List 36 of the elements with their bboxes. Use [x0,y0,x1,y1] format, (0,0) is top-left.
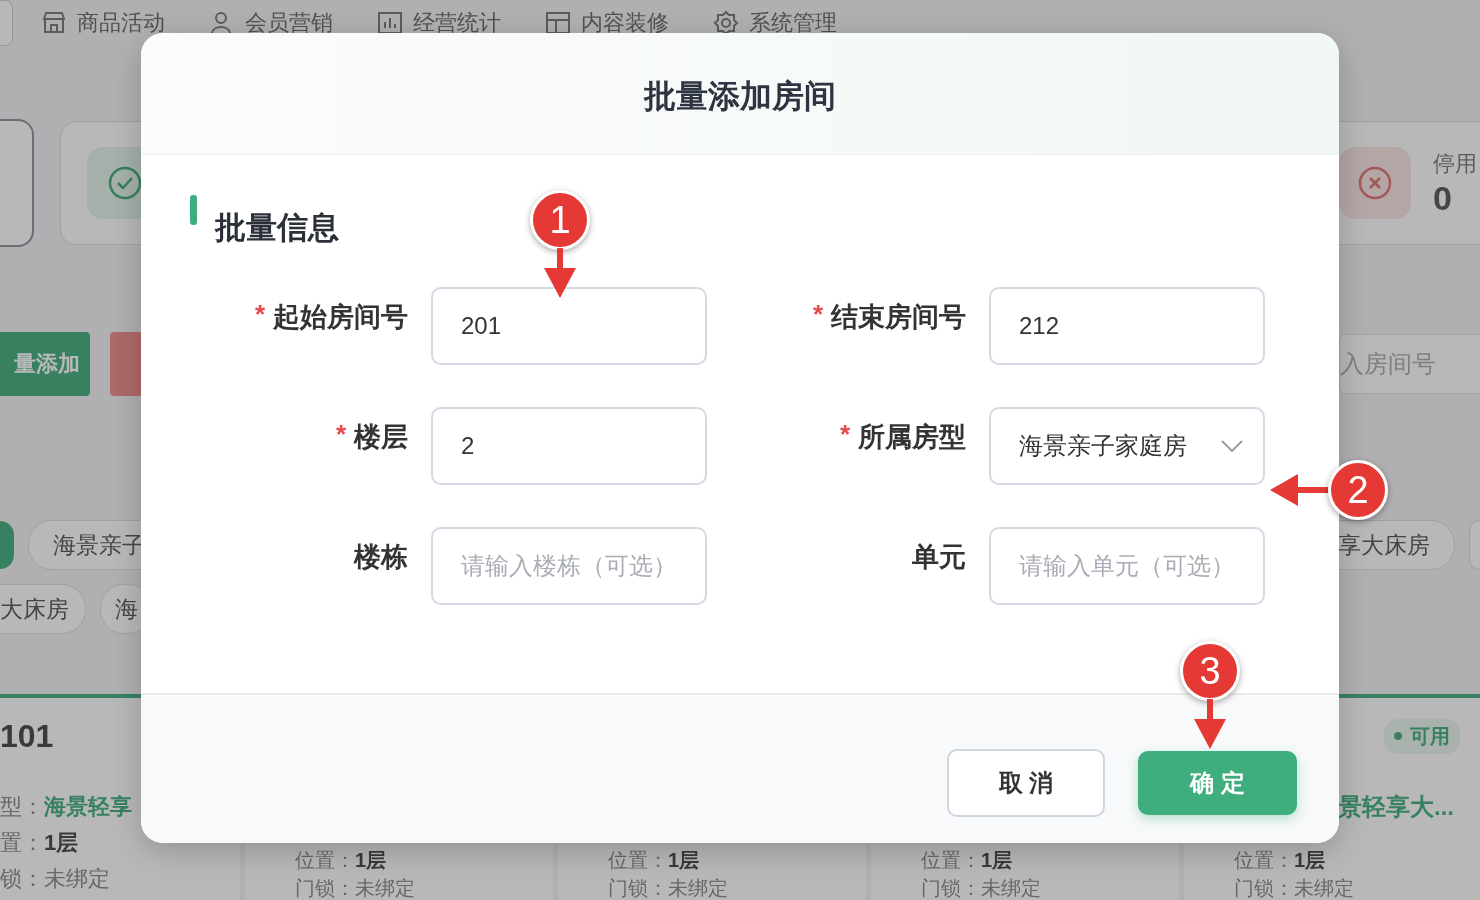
field-label: 单元 [912,541,966,574]
field-label: 门锁： [921,877,981,899]
required-mark: * [812,299,823,330]
field-label: 门锁： [295,877,355,899]
field-value: 1层 [1294,849,1326,871]
field-label: 型： [0,794,44,819]
field-label: 位置： [1234,849,1294,871]
step-number-badge: 2 [1328,460,1388,520]
field-value: 1层 [668,849,700,871]
field-label: 位置： [921,849,981,871]
field-label: 所属房型 [858,421,966,454]
field-value: 未绑定 [1294,877,1354,899]
required-mark: * [254,299,265,330]
field-label: 结束房间号 [831,301,966,334]
field-value: 1层 [44,830,79,855]
field-label: 起始房间号 [273,301,408,334]
section-title: 批量信息 [215,209,339,247]
field-label: 楼层 [354,421,408,454]
stat-value: 0 [1433,178,1453,218]
field-label: 楼栋 [354,541,408,574]
field-label: 门锁： [1234,877,1294,899]
dialog-title: 批量添加房间 [644,76,836,116]
room-number: 101 [0,717,54,755]
field-value: 1层 [981,849,1013,871]
field-label: 置： [0,830,44,855]
field-label: 位置： [295,849,355,871]
field-value: 海景轻享 [44,794,132,819]
stat-label: 停用 [1433,149,1477,178]
status-badge: 可用 [1384,718,1460,754]
field-value: 1层 [355,849,387,871]
field-label: 位置： [608,849,668,871]
room-type-value: 景轻享大... [1338,792,1455,822]
field-label: 锁： [0,866,44,891]
required-mark: * [839,419,850,450]
required-mark: * [335,419,346,450]
field-label: 门锁： [608,877,668,899]
